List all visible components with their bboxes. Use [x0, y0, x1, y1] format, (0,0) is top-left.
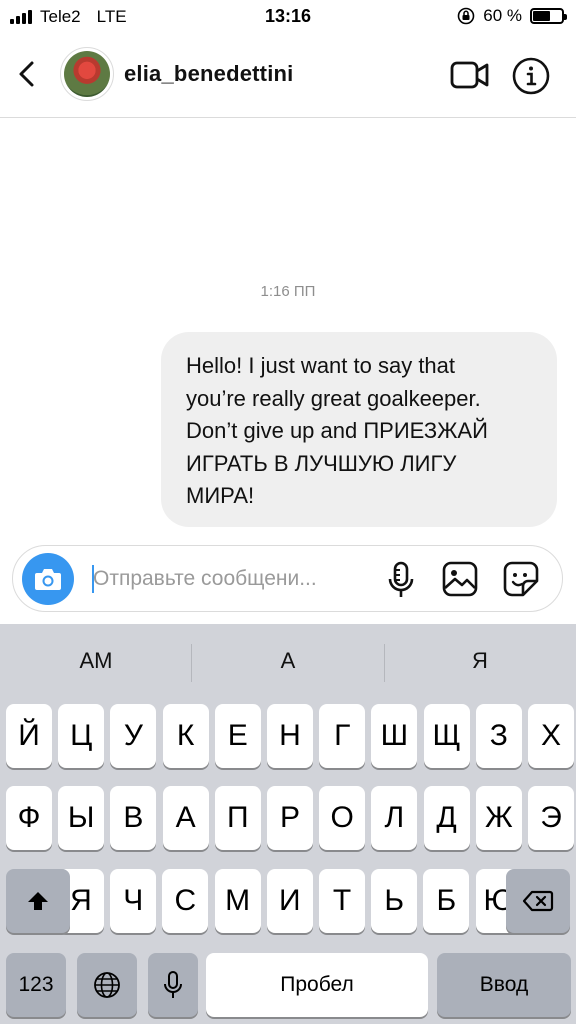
- battery-level: [533, 11, 550, 21]
- camera-icon: [35, 569, 61, 590]
- space-key[interactable]: Пробел: [206, 953, 428, 1017]
- direct-message-screen: Tele2 LTE 13:16 60 % elia_benedettini 1:…: [0, 0, 576, 1024]
- microphone-icon: [164, 971, 182, 998]
- globe-key[interactable]: [77, 953, 137, 1017]
- key[interactable]: Ь: [371, 869, 418, 933]
- delete-key[interactable]: [506, 869, 570, 933]
- key[interactable]: Ж: [475, 786, 522, 850]
- message-composer: [12, 545, 563, 612]
- key[interactable]: Т: [319, 869, 365, 933]
- key[interactable]: И: [266, 869, 313, 933]
- image-gallery-icon[interactable]: [441, 560, 479, 598]
- dictation-key[interactable]: [148, 953, 198, 1017]
- key[interactable]: Ч: [110, 869, 157, 933]
- suggestion-item[interactable]: АМ: [0, 648, 192, 674]
- key[interactable]: Д: [423, 786, 470, 850]
- key[interactable]: Н: [267, 704, 313, 768]
- battery-icon: [530, 8, 567, 24]
- message-timestamp: 1:16 ПП: [260, 283, 316, 300]
- key[interactable]: Й: [6, 704, 52, 768]
- suggestion-item[interactable]: А: [192, 648, 384, 674]
- key[interactable]: Г: [319, 704, 366, 768]
- suggestion-bar: АМ А Я: [0, 624, 576, 704]
- key[interactable]: З: [475, 704, 522, 768]
- shift-arrow-icon: [28, 892, 48, 910]
- username[interactable]: elia_benedettini: [124, 61, 293, 87]
- key[interactable]: Э: [528, 786, 574, 850]
- key[interactable]: Б: [423, 869, 470, 933]
- sticker-icon[interactable]: [502, 560, 540, 598]
- backspace-icon: [522, 890, 554, 912]
- key[interactable]: Ф: [6, 786, 52, 850]
- chevron-left-icon[interactable]: [14, 56, 42, 92]
- key[interactable]: Ц: [58, 704, 105, 768]
- microphone-icon[interactable]: [386, 560, 416, 600]
- key[interactable]: В: [110, 786, 157, 850]
- status-bar: Tele2 LTE 13:16 60 %: [0, 0, 576, 34]
- info-icon[interactable]: [511, 56, 551, 96]
- battery-percent: 60 %: [483, 6, 522, 25]
- key[interactable]: Е: [214, 704, 261, 768]
- sent-message-bubble[interactable]: Hello! I just want to say that you’re re…: [161, 332, 557, 527]
- return-key[interactable]: Ввод: [437, 953, 571, 1017]
- key[interactable]: М: [214, 869, 261, 933]
- keyboard: АМ А Я ЙЦУКЕНГШЩЗХ ФЫВАПРОЛДЖЭ ЯЧСМИТЬБЮ…: [0, 624, 576, 1024]
- key[interactable]: С: [162, 869, 209, 933]
- key[interactable]: А: [162, 786, 209, 850]
- shift-key[interactable]: [6, 869, 70, 933]
- key[interactable]: Ы: [58, 786, 105, 850]
- key[interactable]: К: [162, 704, 209, 768]
- video-camera-icon[interactable]: [450, 58, 490, 92]
- globe-icon: [94, 972, 120, 998]
- avatar[interactable]: [60, 47, 114, 101]
- key[interactable]: Ш: [371, 704, 418, 768]
- camera-button[interactable]: [22, 553, 74, 605]
- rotation-lock-icon: [457, 7, 475, 25]
- status-right: 60 %: [457, 6, 567, 26]
- key[interactable]: Р: [267, 786, 313, 850]
- chat-header: elia_benedettini: [0, 34, 576, 118]
- suggestion-item[interactable]: Я: [384, 648, 576, 674]
- key[interactable]: У: [110, 704, 157, 768]
- key[interactable]: О: [319, 786, 366, 850]
- key[interactable]: Л: [371, 786, 418, 850]
- numbers-key[interactable]: 123: [6, 953, 66, 1017]
- key[interactable]: П: [214, 786, 261, 850]
- key[interactable]: Щ: [423, 704, 470, 768]
- message-input[interactable]: [93, 560, 383, 598]
- key[interactable]: Х: [528, 704, 574, 768]
